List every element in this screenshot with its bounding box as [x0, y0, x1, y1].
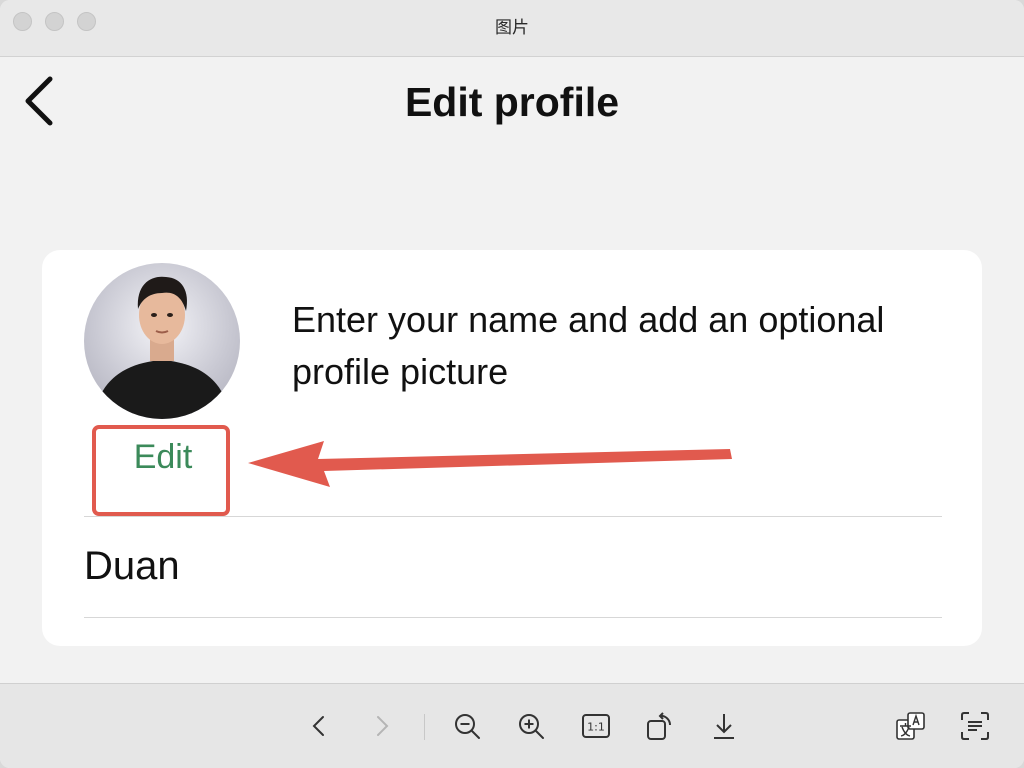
zoom-in-icon [519, 714, 544, 739]
divider [84, 617, 942, 618]
zoom-in-button[interactable] [515, 710, 547, 742]
edit-photo-button[interactable]: Edit [103, 422, 223, 492]
toolbar-separator [424, 714, 425, 740]
profile-card: Enter your name and add an optional prof… [42, 250, 982, 646]
text-recognition-button[interactable] [959, 710, 991, 742]
title-bar: 图片 [0, 0, 1024, 57]
actual-size-label: 1:1 [587, 721, 605, 734]
divider [84, 516, 942, 517]
actual-size-button[interactable]: 1:1 [580, 710, 612, 742]
zoom-out-button[interactable] [451, 710, 483, 742]
avatar[interactable] [84, 263, 240, 419]
actual-size-icon: 1:1 [582, 714, 610, 738]
viewer-toolbar: 1:1 [0, 683, 1024, 768]
screenshot-content: Edit profile Enter your name and add an … [0, 57, 1024, 683]
download-icon [714, 714, 734, 739]
image-viewer-window: 图片 Edit profile Enter your name and add … [0, 0, 1024, 768]
window-title: 图片 [495, 18, 529, 38]
previous-button[interactable] [303, 710, 335, 742]
profile-photo [94, 276, 230, 419]
text-recognition-icon [961, 712, 989, 740]
rotate-icon [647, 712, 672, 740]
next-button[interactable] [366, 710, 398, 742]
rotate-button[interactable] [643, 710, 675, 742]
page-title: Edit profile [404, 79, 620, 125]
profile-description: Enter your name and add an optional prof… [292, 299, 885, 392]
chevron-left-icon [312, 716, 324, 736]
download-button[interactable] [708, 710, 740, 742]
annotation-arrow [248, 441, 732, 487]
name-input[interactable]: Duan [84, 530, 904, 602]
zoom-out-icon [455, 714, 480, 739]
chevron-right-icon [377, 716, 389, 736]
translate-icon [896, 712, 925, 740]
translate-button[interactable] [895, 710, 927, 742]
